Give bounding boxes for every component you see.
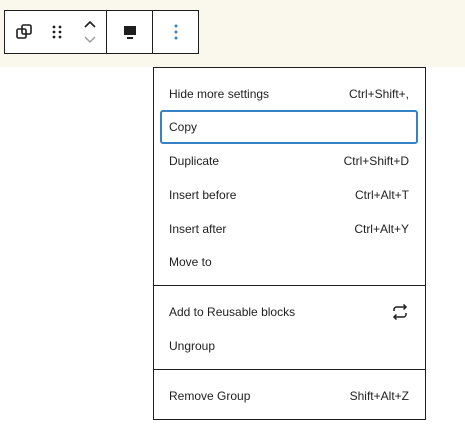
menu-item-add-to-reusable-blocks[interactable]: Add to Reusable blocks bbox=[160, 295, 418, 329]
group-icon bbox=[15, 24, 32, 39]
menu-item-shortcut: Ctrl+Shift+D bbox=[343, 154, 409, 168]
menu-item-label: Add to Reusable blocks bbox=[169, 305, 296, 319]
menu-separator bbox=[154, 369, 425, 370]
reusable-block-icon bbox=[392, 303, 408, 321]
menu-item-shortcut: Shift+Alt+Z bbox=[349, 389, 409, 403]
drag-handle-icon bbox=[52, 25, 61, 39]
menu-item-ungroup[interactable]: Ungroup bbox=[160, 329, 418, 363]
menu-item-label: Move to bbox=[169, 255, 212, 269]
menu-item-hide-more-settings[interactable]: Hide more settings Ctrl+Shift+, bbox=[160, 77, 418, 111]
menu-item-label: Insert after bbox=[169, 222, 227, 236]
menu-item-label: Copy bbox=[169, 120, 198, 134]
move-up-down-button[interactable] bbox=[73, 11, 106, 53]
more-options-button[interactable] bbox=[159, 11, 193, 53]
align-button[interactable] bbox=[113, 11, 147, 53]
menu-item-label: Remove Group bbox=[169, 389, 251, 403]
menu-separator bbox=[154, 285, 425, 286]
align-icon bbox=[123, 26, 136, 39]
toolbar-group-block bbox=[5, 11, 108, 53]
menu-item-duplicate[interactable]: Duplicate Ctrl+Shift+D bbox=[160, 144, 418, 178]
menu-item-label: Hide more settings bbox=[169, 87, 270, 101]
menu-item-label: Duplicate bbox=[169, 154, 220, 168]
menu-item-shortcut: Ctrl+Alt+Y bbox=[354, 222, 409, 236]
menu-item-copy[interactable]: Copy bbox=[160, 110, 418, 144]
move-up-down-icon bbox=[83, 20, 96, 43]
menu-item-insert-before[interactable]: Insert before Ctrl+Alt+T bbox=[160, 178, 418, 212]
menu-item-move-to[interactable]: Move to bbox=[160, 245, 418, 279]
block-options-menu: Hide more settings Ctrl+Shift+, Copy Dup… bbox=[153, 67, 426, 420]
menu-item-label: Ungroup bbox=[169, 339, 216, 353]
menu-item-shortcut: Ctrl+Alt+T bbox=[354, 188, 409, 202]
toolbar-group-align bbox=[107, 11, 154, 53]
menu-item-remove-group[interactable]: Remove Group Shift+Alt+Z bbox=[160, 379, 418, 413]
drag-handle-button[interactable] bbox=[40, 11, 73, 53]
group-block-button[interactable] bbox=[7, 11, 40, 53]
toolbar-group-options bbox=[153, 11, 198, 53]
menu-item-insert-after[interactable]: Insert after Ctrl+Alt+Y bbox=[160, 212, 418, 246]
block-toolbar bbox=[4, 10, 199, 54]
menu-item-label: Insert before bbox=[169, 188, 237, 202]
menu-item-shortcut: Ctrl+Shift+, bbox=[348, 87, 409, 101]
more-options-icon bbox=[174, 24, 178, 40]
